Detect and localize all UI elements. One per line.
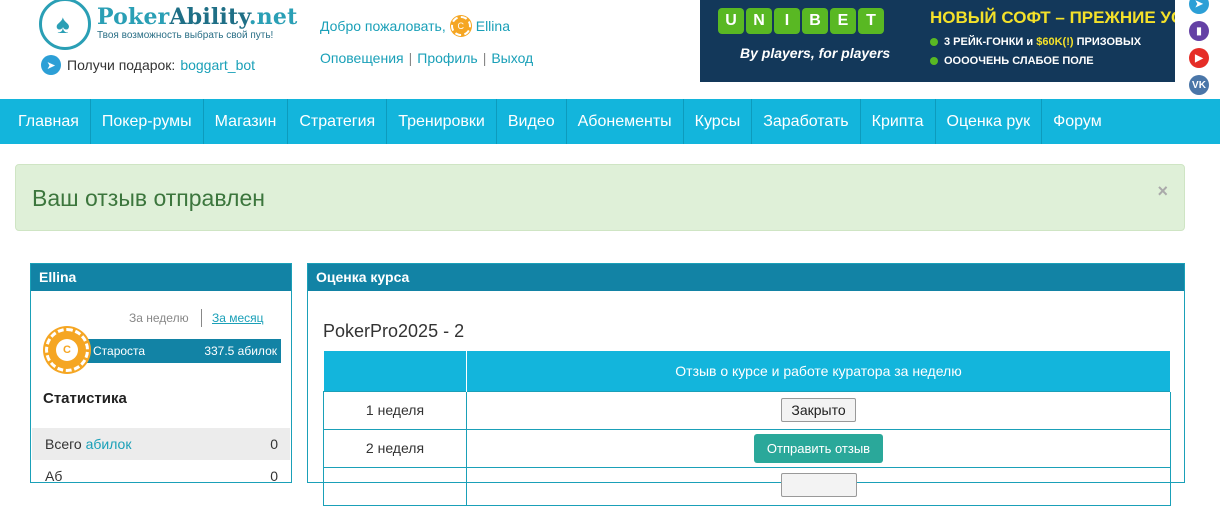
stat-row: Аб 0 [45,468,278,484]
profile-panel: Ellina За неделю За месяц Староста 337.5… [30,263,292,484]
banner-tagline: By players, for players [740,45,891,61]
unibet-ad-banner[interactable]: UNIBET By players, for players НОВЫЙ СОФ… [700,0,1175,82]
logo-title: PokerAbility.net [97,4,298,30]
closed-button[interactable] [780,472,857,497]
gift-promo: ➤ Получи подарок: boggart_bot [41,55,255,75]
rank-bar: Староста 337.5 абилок C [43,328,281,372]
nav-courses[interactable]: Курсы [684,99,753,144]
nav-home[interactable]: Главная [0,99,91,144]
profile-panel-title: Ellina [31,264,291,291]
weekly-review-table: Отзыв о курсе и работе куратора за недел… [323,351,1171,506]
unibet-logo: UNIBET [718,8,886,34]
rank-value: 337.5 абилок [204,344,277,358]
rank-progress: Староста 337.5 абилок [71,339,281,363]
period-month[interactable]: За месяц [212,311,264,325]
course-review-panel: Оценка курса PokerPro2025 - 2 Отзыв о ку… [307,263,1185,506]
main-nav: Главная Покер-румы Магазин Стратегия Тре… [0,99,1220,144]
alert-message: Ваш отзыв отправлен [32,185,265,211]
twitch-icon[interactable]: ▮ [1189,21,1209,41]
stat-value: 0 [270,436,278,452]
vk-icon[interactable]: VK [1189,75,1209,95]
telegram-icon[interactable]: ➤ [1189,0,1209,14]
logo-compass-icon: ♠ [39,0,91,50]
period-week[interactable]: За неделю [129,311,189,325]
banner-line-2: ООООЧЕНЬ СЛАБОЕ ПОЛЕ [930,55,1094,67]
nav-hand-review[interactable]: Оценка рук [936,99,1043,144]
close-icon[interactable]: × [1157,181,1168,202]
closed-button[interactable]: Закрыто [781,398,856,422]
nav-crypto[interactable]: Крипта [861,99,936,144]
success-alert: Ваш отзыв отправлен × [15,164,1185,231]
course-panel-title: Оценка курса [308,264,1184,291]
social-links: ➤ ▮ ▶ VK [1189,0,1211,102]
nav-poker-rooms[interactable]: Покер-румы [91,99,204,144]
period-divider [201,309,202,327]
welcome-message: Добро пожаловать, C Ellina [320,16,510,36]
abilki-link[interactable]: абилок [86,436,132,452]
stat-value: 0 [270,468,278,484]
youtube-icon[interactable]: ▶ [1189,48,1209,68]
site-header: ♠ PokerAbility.net Твоя возможность выбр… [0,0,1220,99]
profile-link[interactable]: Профиль [417,50,477,66]
nav-training[interactable]: Тренировки [387,99,497,144]
rank-label: Староста [93,344,146,358]
username[interactable]: Ellina [476,18,510,34]
telegram-icon: ➤ [41,55,61,75]
week-cell: 2 неделя [323,428,467,468]
logo-subtitle: Твоя возможность выбрать свой путь! [97,30,274,41]
rank-chip-icon: C [45,328,89,372]
stats-title: Статистика [43,390,127,407]
logout-link[interactable]: Выход [491,50,533,66]
table-row: 1 неделя Закрыто [323,390,1171,430]
week-cell [323,466,467,506]
welcome-text: Добро пожаловать, [320,18,446,34]
notifications-link[interactable]: Оповещения [320,50,404,66]
week-cell: 1 неделя [323,390,467,430]
gift-bot-link[interactable]: boggart_bot [180,57,255,73]
stat-row: Всего абилок 0 [32,428,290,460]
nav-shop[interactable]: Магазин [204,99,289,144]
nav-video[interactable]: Видео [497,99,567,144]
table-header-week [323,351,467,391]
nav-forum[interactable]: Форум [1042,99,1113,144]
rank-chip-icon: C [450,16,471,36]
table-row: 2 неделя Отправить отзыв [323,428,1171,468]
nav-strategy[interactable]: Стратегия [288,99,388,144]
nav-subscriptions[interactable]: Абонементы [567,99,684,144]
send-review-button[interactable]: Отправить отзыв [753,433,884,463]
bullet-icon [930,57,938,65]
table-header-review: Отзыв о курсе и работе куратора за недел… [466,351,1171,391]
table-row [323,466,1171,506]
gift-text: Получи подарок: [67,57,176,73]
banner-line-1: 3 РЕЙК-ГОНКИ и $60K(!) ПРИЗОВЫХ [930,36,1141,48]
course-name: PokerPro2025 - 2 [323,321,465,341]
nav-earn[interactable]: Заработать [752,99,861,144]
bullet-icon [930,38,938,46]
site-logo[interactable]: ♠ PokerAbility.net Твоя возможность выбр… [39,0,299,50]
user-links: Оповещения | Профиль | Выход [320,50,534,66]
banner-title: НОВЫЙ СОФТ – ПРЕЖНИЕ УСЛОВИЯ: [930,8,1175,27]
